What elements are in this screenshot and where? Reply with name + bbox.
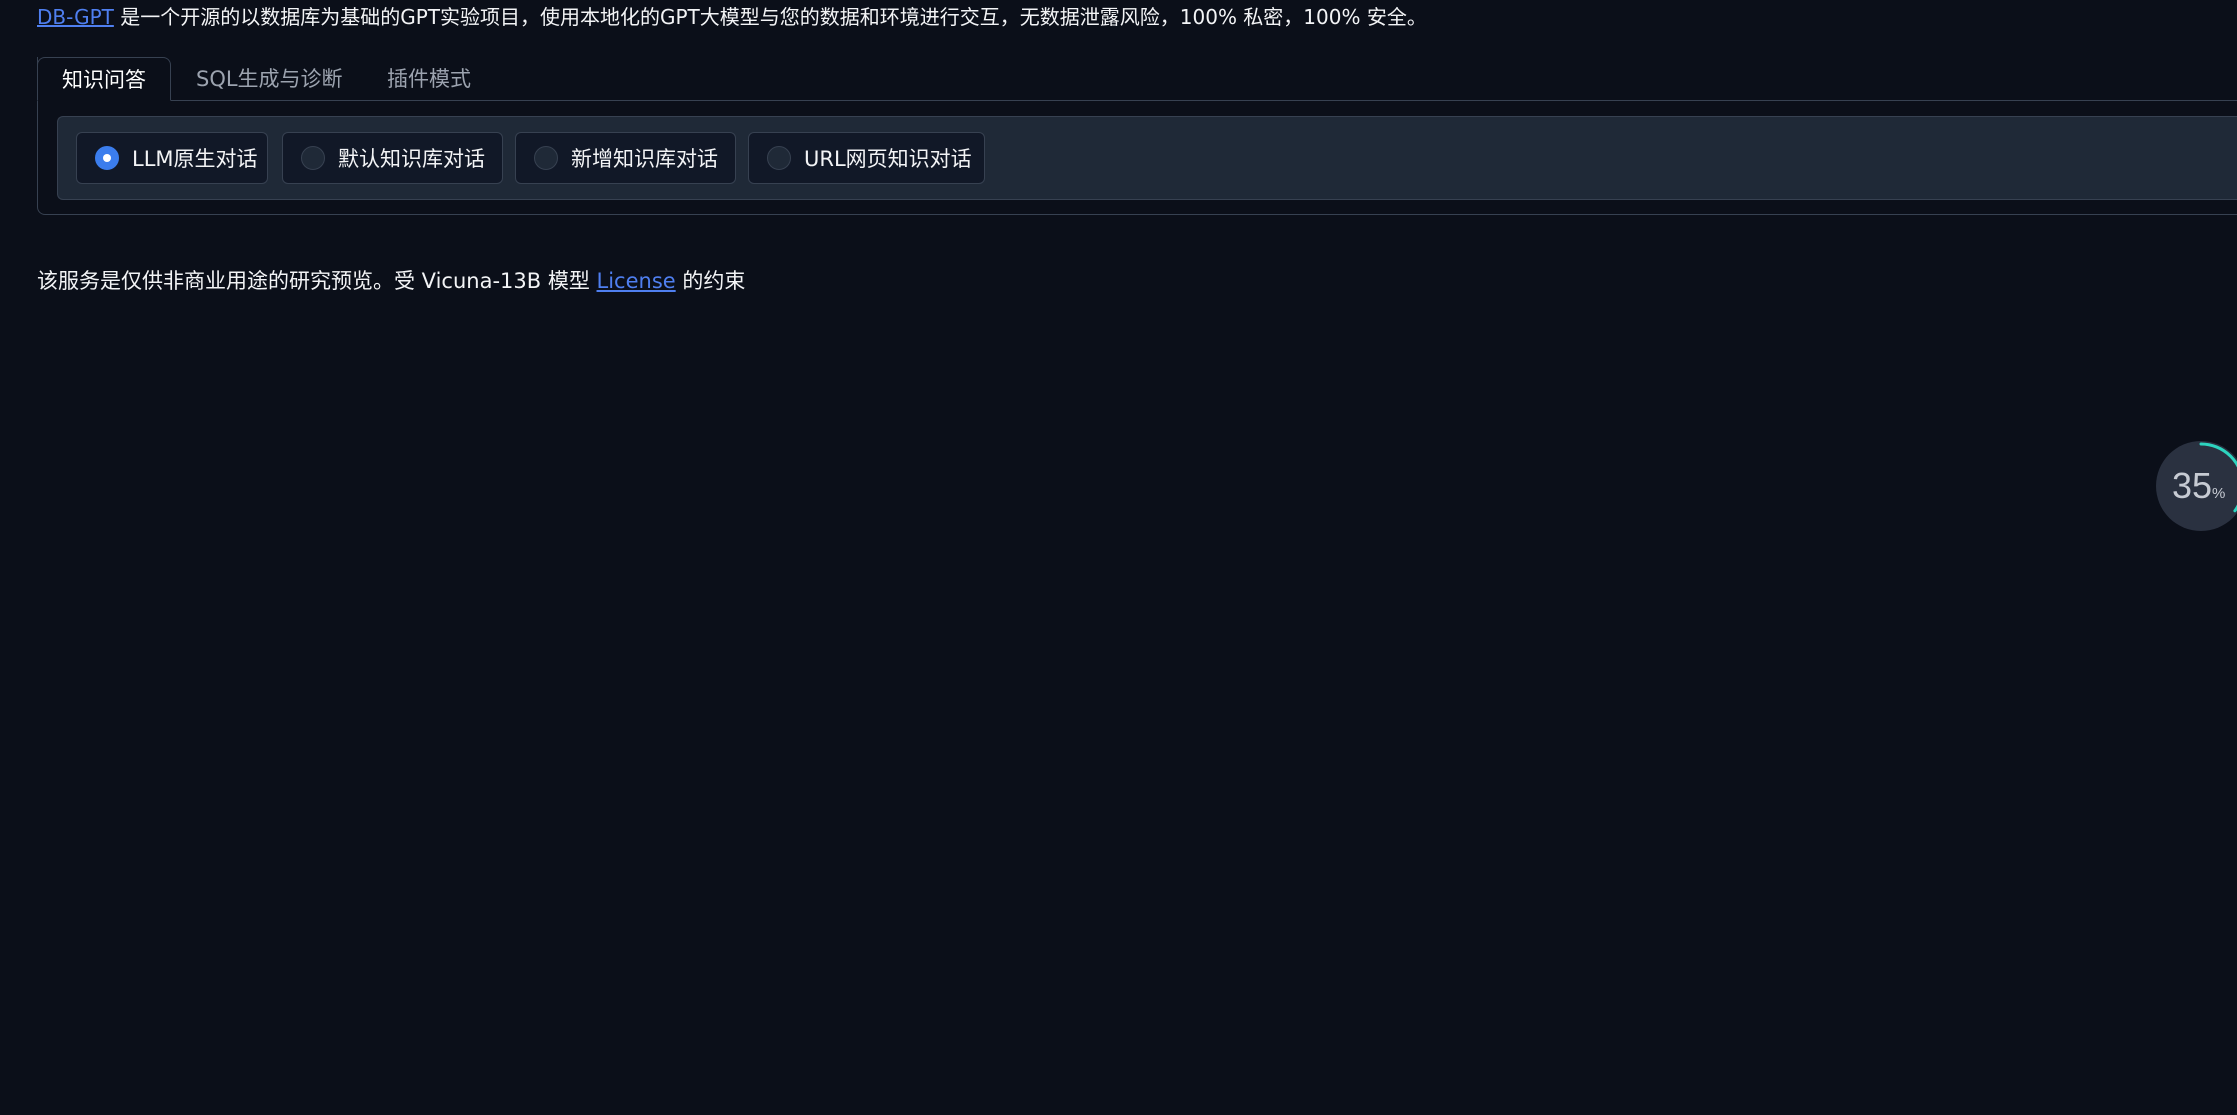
license-notice-text: 该服务是仅供非商业用途的研究预览。受 Vicuna-13B 模型 (37, 269, 597, 293)
progress-indicator: 35% (2156, 441, 2237, 531)
radio-label: URL网页知识对话 (804, 147, 972, 171)
page: DB-GPT 是一个开源的以数据库为基础的GPT实验项目，使用本地化的GPT大模… (0, 0, 2237, 1115)
db-gpt-link[interactable]: DB-GPT (37, 5, 114, 29)
tab-plugin-mode[interactable]: 插件模式 (387, 57, 471, 101)
tab-bar: 知识问答 SQL生成与诊断 插件模式 (37, 57, 2237, 101)
intro-description: 是一个开源的以数据库为基础的GPT实验项目，使用本地化的GPT大模型与您的数据和… (113, 5, 1427, 29)
radio-default-kb-chat[interactable]: 默认知识库对话 (282, 132, 503, 184)
progress-value: 35 (2172, 465, 2213, 506)
tab-bar-divider (170, 100, 2237, 101)
chat-mode-radio-group: LLM原生对话 默认知识库对话 新增知识库对话 URL网页知识对话 (57, 116, 2237, 200)
tab-knowledge-qa[interactable]: 知识问答 (37, 57, 171, 101)
radio-new-kb-chat[interactable]: 新增知识库对话 (515, 132, 736, 184)
radio-llm-native-chat[interactable]: LLM原生对话 (76, 132, 268, 184)
radio-url-knowledge-chat[interactable]: URL网页知识对话 (748, 132, 985, 184)
license-link[interactable]: License (597, 269, 676, 293)
radio-label: 新增知识库对话 (571, 147, 718, 171)
radio-unchecked-icon (301, 146, 325, 170)
license-notice-suffix: 的约束 (675, 269, 746, 293)
radio-unchecked-icon (767, 146, 791, 170)
intro-text: DB-GPT 是一个开源的以数据库为基础的GPT实验项目，使用本地化的GPT大模… (37, 2, 1427, 32)
license-notice: 该服务是仅供非商业用途的研究预览。受 Vicuna-13B 模型 License… (37, 265, 745, 297)
radio-checked-icon (95, 146, 119, 170)
progress-unit: % (2212, 485, 2226, 502)
radio-label: LLM原生对话 (132, 147, 258, 171)
tab-sql-generation[interactable]: SQL生成与诊断 (196, 57, 343, 101)
radio-unchecked-icon (534, 146, 558, 170)
radio-label: 默认知识库对话 (338, 147, 485, 171)
progress-label: 35% (2172, 465, 2225, 507)
